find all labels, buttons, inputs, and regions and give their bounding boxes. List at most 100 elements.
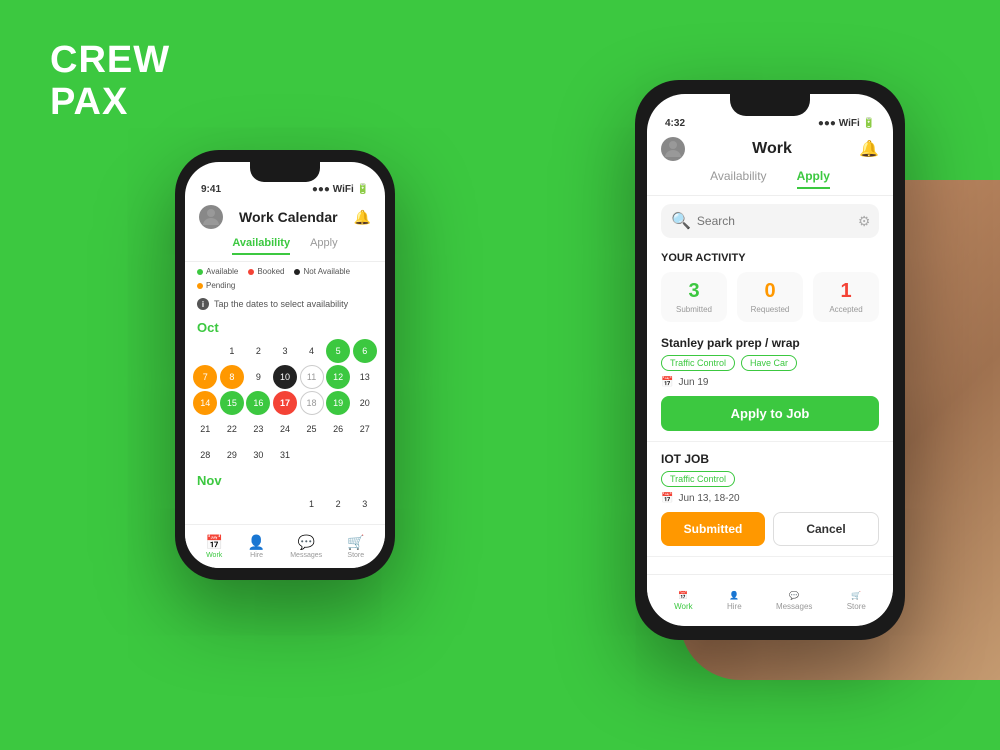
cal-day[interactable]: 28 <box>193 443 217 467</box>
cal-day[interactable]: 6 <box>353 339 377 363</box>
cal-day[interactable]: 26 <box>326 417 350 441</box>
cal-day[interactable]: 2 <box>246 339 270 363</box>
activity-accepted: 1 Accepted <box>813 272 879 322</box>
cal-day[interactable]: 30 <box>246 443 270 467</box>
work-icon: 📅 <box>205 534 222 551</box>
nav-messages-right[interactable]: 💬 Messages <box>776 591 812 611</box>
cancel-button[interactable]: Cancel <box>773 512 879 546</box>
job-tags-2: Traffic Control <box>661 471 879 487</box>
cal-day[interactable]: 17 <box>273 391 297 415</box>
cal-day[interactable] <box>246 492 270 516</box>
logo-line1: CREW <box>50 40 170 82</box>
cal-day[interactable]: 1 <box>300 492 324 516</box>
calendar-icon-1: 📅 <box>661 377 673 388</box>
tap-hint-text: Tap the dates to select availability <box>214 299 348 309</box>
legend-not-available: Not Available <box>294 267 350 276</box>
calendar-icon-2: 📅 <box>661 493 673 504</box>
app-logo: CREW PAX <box>50 40 170 124</box>
cal-day[interactable]: 14 <box>193 391 217 415</box>
right-avatar <box>661 137 685 161</box>
cal-day[interactable]: 18 <box>300 391 324 415</box>
left-header: Work Calendar 🔔 <box>185 199 385 233</box>
cal-day[interactable]: 3 <box>273 339 297 363</box>
cal-day[interactable] <box>273 492 297 516</box>
submitted-label: Submitted <box>676 305 712 314</box>
filter-icon[interactable]: ⚙ <box>858 213 871 230</box>
activity-cards: 3 Submitted 0 Requested 1 Accepted <box>661 272 879 322</box>
right-status-icons: ●●● WiFi 🔋 <box>818 118 875 129</box>
nav-store-right[interactable]: 🛒 Store <box>847 591 866 611</box>
month-nov: Nov <box>185 469 385 490</box>
search-input[interactable] <box>697 214 852 228</box>
cal-day[interactable]: 4 <box>300 339 324 363</box>
right-notch <box>730 94 810 116</box>
store-icon-left: 🛒 <box>347 534 364 551</box>
left-status-icons: ●●● WiFi 🔋 <box>312 184 369 195</box>
cal-day[interactable]: 23 <box>246 417 270 441</box>
cal-day[interactable]: 11 <box>300 365 324 389</box>
cal-day[interactable]: 5 <box>326 339 350 363</box>
requested-count: 0 <box>764 280 775 303</box>
submitted-button[interactable]: Submitted <box>661 512 765 546</box>
cal-day[interactable]: 27 <box>353 417 377 441</box>
october-calendar: 1234567891011121314151617181920212223242… <box>185 337 385 469</box>
job-title-2: IOT JOB <box>661 452 879 466</box>
right-tabs: Availability Apply <box>647 165 893 196</box>
left-bottom-nav: 📅 Work 👤 Hire 💬 Messages 🛒 Store <box>185 524 385 568</box>
left-title: Work Calendar <box>223 209 354 225</box>
work-icon-right: 📅 <box>678 591 688 600</box>
job-card-2: IOT JOB Traffic Control 📅 Jun 13, 18-20 … <box>647 442 893 557</box>
tab-availability[interactable]: Availability <box>232 237 290 255</box>
tab-apply-left[interactable]: Apply <box>310 237 338 255</box>
cal-day[interactable]: 25 <box>300 417 324 441</box>
requested-label: Requested <box>751 305 790 314</box>
job-date-2: 📅 Jun 13, 18-20 <box>661 493 879 504</box>
nav-messages-left[interactable]: 💬 Messages <box>290 534 322 559</box>
hire-icon-right: 👤 <box>729 591 739 600</box>
activity-section: YOUR ACTIVITY 3 Submitted 0 Requested 1 … <box>647 246 893 326</box>
cal-day[interactable]: 13 <box>353 365 377 389</box>
cal-day[interactable]: 9 <box>246 365 270 389</box>
nav-store-left[interactable]: 🛒 Store <box>347 534 364 559</box>
legend-dot-not-available <box>294 269 300 275</box>
messages-icon-right: 💬 <box>789 591 799 600</box>
cal-day[interactable]: 1 <box>220 339 244 363</box>
cal-day[interactable] <box>193 492 217 516</box>
cal-day[interactable]: 8 <box>220 365 244 389</box>
job-tags-1: Traffic Control Have Car <box>661 355 879 371</box>
tab-apply-right[interactable]: Apply <box>797 169 830 189</box>
cal-day[interactable]: 7 <box>193 365 217 389</box>
avatar <box>199 205 223 229</box>
job-title-1: Stanley park prep / wrap <box>661 336 879 350</box>
search-bar[interactable]: 🔍 ⚙ <box>661 204 879 238</box>
cal-day[interactable]: 19 <box>326 391 350 415</box>
nav-hire-right[interactable]: 👤 Hire <box>727 591 742 611</box>
store-icon-right: 🛒 <box>851 591 861 600</box>
nav-hire-left[interactable]: 👤 Hire <box>248 534 265 559</box>
tab-availability-right[interactable]: Availability <box>710 169 766 189</box>
cal-day[interactable]: 10 <box>273 365 297 389</box>
cal-day[interactable] <box>193 339 217 363</box>
cal-day[interactable]: 16 <box>246 391 270 415</box>
nav-work-left[interactable]: 📅 Work <box>205 534 222 559</box>
calendar-legend: Available Booked Not Available Pending <box>185 262 385 295</box>
legend-pending: Pending <box>197 281 235 290</box>
cal-day[interactable]: 20 <box>353 391 377 415</box>
cal-day[interactable]: 12 <box>326 365 350 389</box>
cal-day[interactable]: 24 <box>273 417 297 441</box>
accepted-label: Accepted <box>829 305 862 314</box>
cal-day[interactable] <box>220 492 244 516</box>
apply-to-job-button[interactable]: Apply to Job <box>661 396 879 431</box>
cal-day[interactable]: 3 <box>353 492 377 516</box>
nav-work-right[interactable]: 📅 Work <box>674 591 693 611</box>
cal-day[interactable]: 22 <box>220 417 244 441</box>
legend-dot-pending <box>197 283 203 289</box>
job-tag-traffic-control: Traffic Control <box>661 355 735 371</box>
cal-day[interactable]: 15 <box>220 391 244 415</box>
search-icon: 🔍 <box>671 211 691 231</box>
cal-day[interactable]: 31 <box>273 443 297 467</box>
submitted-count: 3 <box>688 280 699 303</box>
cal-day[interactable]: 29 <box>220 443 244 467</box>
cal-day[interactable]: 21 <box>193 417 217 441</box>
cal-day[interactable]: 2 <box>326 492 350 516</box>
